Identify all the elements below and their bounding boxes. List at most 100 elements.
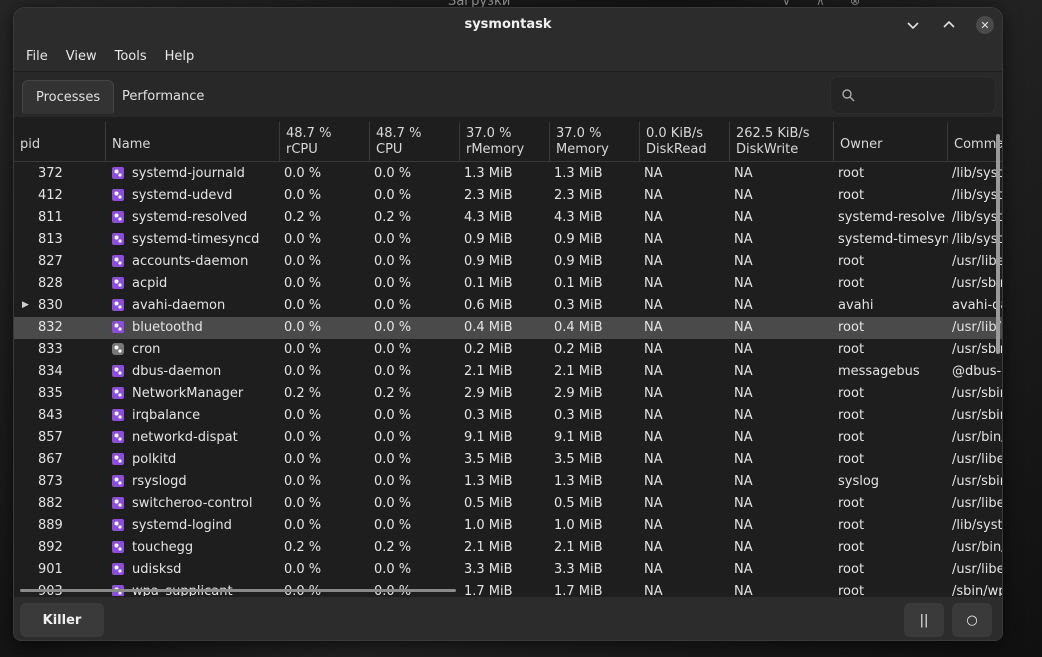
column-diskwrite[interactable]: 262.5 KiB/s DiskWrite xyxy=(730,122,834,162)
cell-owner: messagebus xyxy=(838,364,920,379)
menu-tools[interactable]: Tools xyxy=(109,49,153,64)
cell-dw: NA xyxy=(734,320,753,335)
cell-owner: root xyxy=(838,276,865,291)
cell-owner: systemd-resolve xyxy=(838,210,946,225)
tab-performance[interactable]: Performance xyxy=(109,80,217,113)
cell-owner: root xyxy=(838,166,865,181)
expander-icon[interactable]: ▶ xyxy=(22,300,29,310)
search-input[interactable] xyxy=(861,87,981,103)
table-row[interactable]: 843 irqbalance 0.0 % 0.0 % 0.3 MiB 0.3 MiB NA N… xyxy=(14,405,1002,427)
column-name[interactable]: Name xyxy=(106,122,280,162)
table-header: pid Name 48.7 % rCPU 48.7 % CPU 37.0 % rMem… xyxy=(14,122,1002,162)
table-row[interactable]: 889 systemd-logind 0.0 % 0.0 % 1.0 MiB 1.0 Mi… xyxy=(14,515,1002,537)
cell-dw: NA xyxy=(734,276,753,291)
search-icon xyxy=(842,89,855,102)
table-row[interactable]: 412 systemd-udevd 0.0 % 0.0 % 2.3 MiB 2.3 MiB… xyxy=(14,185,1002,207)
table-row[interactable]: 892 touchegg 0.2 % 0.2 % 2.1 MiB 2.1 MiB NA NA r… xyxy=(14,537,1002,559)
table-row[interactable]: 873 rsyslogd 0.0 % 0.0 % 1.3 MiB 1.3 MiB NA NA s… xyxy=(14,471,1002,493)
cell-rcpu: 0.0 % xyxy=(284,188,322,203)
table-row[interactable]: 834 dbus-daemon 0.0 % 0.0 % 2.1 MiB 2.1 MiB NA… xyxy=(14,361,1002,383)
cell-rmem: 2.1 MiB xyxy=(464,364,513,379)
cell-rcpu: 0.0 % xyxy=(284,254,322,269)
cell-rmem: 0.6 MiB xyxy=(464,298,513,313)
cell-dr: NA xyxy=(644,584,663,596)
tab-bar: Processes Performance xyxy=(14,72,1002,118)
table-row[interactable]: 833 cron 0.0 % 0.0 % 0.2 MiB 0.2 MiB NA NA root /… xyxy=(14,339,1002,361)
process-icon xyxy=(112,365,124,377)
column-rmemory[interactable]: 37.0 % rMemory xyxy=(460,122,550,162)
cell-owner: root xyxy=(838,188,865,203)
table-row[interactable]: 882 switcheroo-control 0.0 % 0.0 % 0.5 MiB 0.… xyxy=(14,493,1002,515)
horizontal-scrollbar[interactable] xyxy=(20,589,456,592)
column-pid[interactable]: pid xyxy=(14,122,106,162)
table-row[interactable]: 827 accounts-daemon 0.0 % 0.0 % 0.9 MiB 0.9 M… xyxy=(14,251,1002,273)
menu-file[interactable]: File xyxy=(20,49,54,64)
table-row[interactable]: 372 systemd-journald 0.0 % 0.0 % 1.3 MiB 1.3 … xyxy=(14,163,1002,185)
cell-dr: NA xyxy=(644,364,663,379)
table-row[interactable]: 828 acpid 0.0 % 0.0 % 0.1 MiB 0.1 MiB NA NA root… xyxy=(14,273,1002,295)
maximize-button[interactable] xyxy=(938,14,960,36)
cell-pid: 873 xyxy=(38,474,63,489)
cell-dr: NA xyxy=(644,386,663,401)
cell-pid: 832 xyxy=(38,320,63,335)
cell-pid: 889 xyxy=(38,518,63,533)
cell-dw: NA xyxy=(734,496,753,511)
cell-owner: root xyxy=(838,430,865,445)
table-row[interactable]: 811 systemd-resolved 0.2 % 0.2 % 4.3 MiB 4.3 … xyxy=(14,207,1002,229)
close-button[interactable]: ✕ xyxy=(976,16,994,34)
column-diskread[interactable]: 0.0 KiB/s DiskRead xyxy=(640,122,730,162)
title-bar[interactable]: sysmontask ✕ xyxy=(14,8,1002,42)
cell-pid: 372 xyxy=(38,166,63,181)
cell-dw: NA xyxy=(734,232,753,247)
column-rcpu[interactable]: 48.7 % rCPU xyxy=(280,122,370,162)
cell-cmd: /usr/sbin/acpid xyxy=(952,276,1002,291)
table-row[interactable]: 835 NetworkManager 0.2 % 0.2 % 2.9 MiB 2.9 Mi… xyxy=(14,383,1002,405)
cell-rcpu: 0.0 % xyxy=(284,562,322,577)
column-command[interactable]: Command xyxy=(948,122,1002,162)
cell-rcpu: 0.0 % xyxy=(284,474,322,489)
menu-view[interactable]: View xyxy=(60,49,103,64)
cell-dr: NA xyxy=(644,210,663,225)
menu-help[interactable]: Help xyxy=(159,49,201,64)
cell-dw: NA xyxy=(734,562,753,577)
cell-dr: NA xyxy=(644,320,663,335)
minimize-button[interactable] xyxy=(902,14,924,36)
column-memory[interactable]: 37.0 % Memory xyxy=(550,122,640,162)
table-row[interactable]: 813 systemd-timesyncd 0.0 % 0.0 % 0.9 MiB 0.9… xyxy=(14,229,1002,251)
record-button[interactable]: ○ xyxy=(952,603,992,637)
table-row[interactable]: 867 polkitd 0.0 % 0.0 % 3.5 MiB 3.5 MiB NA NA ro… xyxy=(14,449,1002,471)
column-cpu[interactable]: 48.7 % CPU xyxy=(370,122,460,162)
killer-button[interactable]: Killer xyxy=(20,603,104,637)
cell-owner: systemd-timesync xyxy=(838,232,948,247)
cell-dr: NA xyxy=(644,540,663,555)
cell-name: acpid xyxy=(132,276,168,291)
cell-rmem: 1.7 MiB xyxy=(464,584,513,596)
vertical-scrollbar[interactable] xyxy=(996,134,1000,354)
cell-pid: 843 xyxy=(38,408,63,423)
cell-pid: 834 xyxy=(38,364,63,379)
pause-button[interactable]: || xyxy=(904,603,944,637)
cell-pid: 828 xyxy=(38,276,63,291)
cell-owner: root xyxy=(838,540,865,555)
cell-dr: NA xyxy=(644,188,663,203)
cell-pid: 830 xyxy=(38,298,63,313)
cell-cpu: 0.0 % xyxy=(374,474,412,489)
menu-bar: File View Tools Help xyxy=(14,42,1002,72)
cell-dw: NA xyxy=(734,166,753,181)
cell-rcpu: 0.0 % xyxy=(284,364,322,379)
table-row[interactable]: ▶ 830 avahi-daemon 0.0 % 0.0 % 0.6 MiB 0.3 MiB… xyxy=(14,295,1002,317)
table-row[interactable]: 832 bluetoothd 0.0 % 0.0 % 0.4 MiB 0.4 MiB NA N… xyxy=(14,317,1002,339)
cell-rmem: 2.3 MiB xyxy=(464,188,513,203)
table-row[interactable]: 857 networkd-dispat 0.0 % 0.0 % 9.1 MiB 9.1 M… xyxy=(14,427,1002,449)
cell-owner: root xyxy=(838,254,865,269)
cell-dw: NA xyxy=(734,364,753,379)
cell-cpu: 0.0 % xyxy=(374,320,412,335)
search-box[interactable] xyxy=(830,76,996,114)
table-row[interactable]: 901 udisksd 0.0 % 0.0 % 3.3 MiB 3.3 MiB NA NA ro… xyxy=(14,559,1002,581)
cell-cmd: /usr/sbin/cron xyxy=(952,342,1002,357)
cell-cmd: /usr/sbin/NetworkManager xyxy=(952,386,1002,401)
process-icon xyxy=(112,321,124,333)
tab-processes[interactable]: Processes xyxy=(22,80,115,114)
cell-pid: 867 xyxy=(38,452,63,467)
column-owner[interactable]: Owner xyxy=(834,122,948,162)
